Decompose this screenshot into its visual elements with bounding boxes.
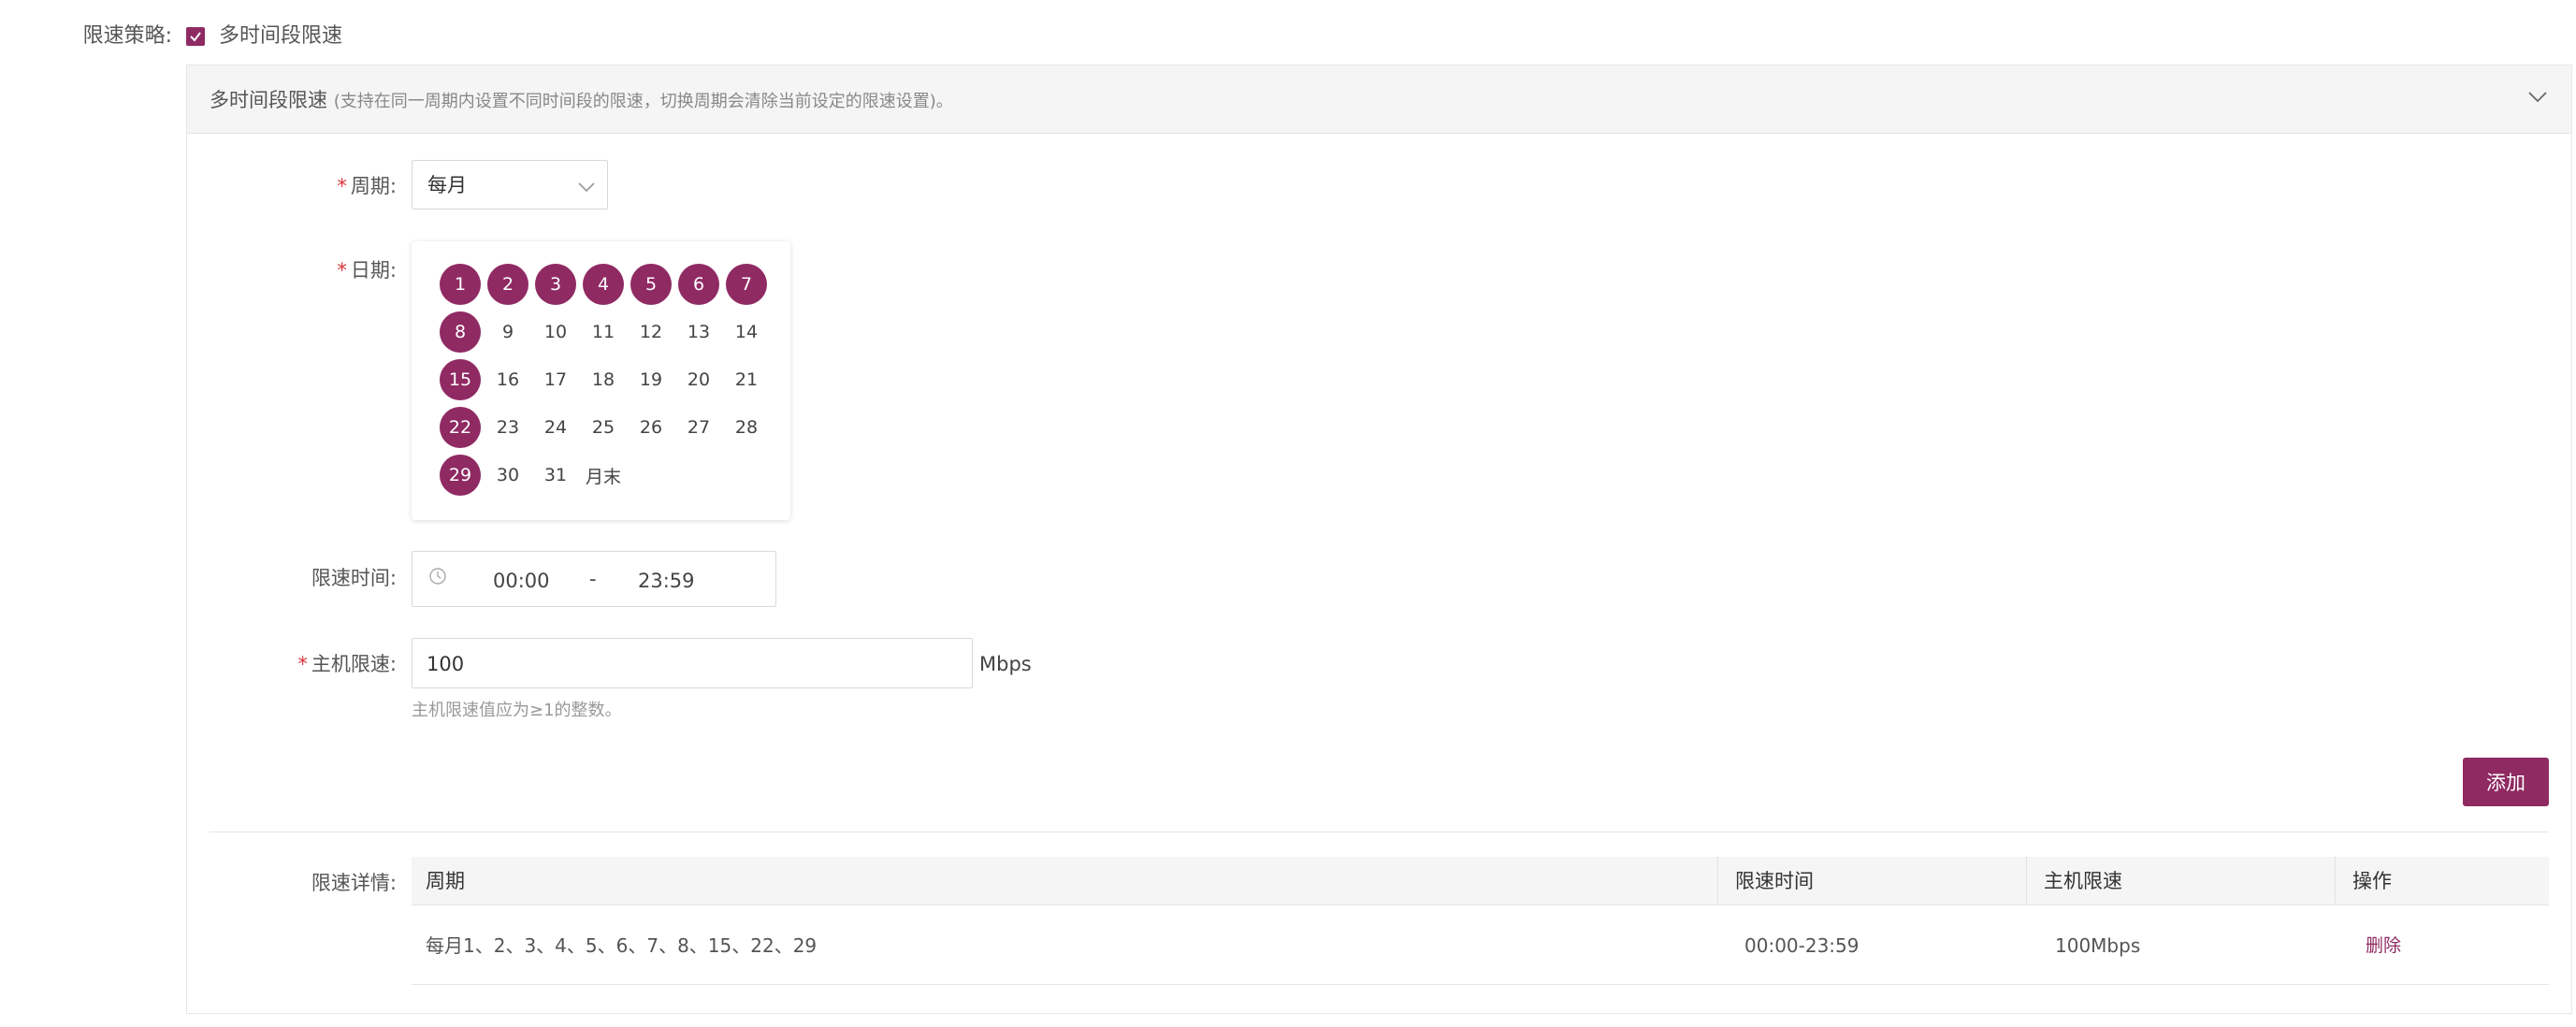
- calendar-day-25[interactable]: 25: [583, 407, 624, 448]
- add-button[interactable]: 添加: [2463, 758, 2549, 806]
- column-separator: [2335, 857, 2336, 905]
- required-mark: *: [337, 175, 347, 197]
- calendar-day-18[interactable]: 18: [583, 359, 624, 400]
- calendar-day-30[interactable]: 30: [487, 455, 528, 496]
- host-speed-input[interactable]: [412, 638, 973, 688]
- calendar-day-17[interactable]: 17: [535, 359, 576, 400]
- calendar-day-19[interactable]: 19: [630, 359, 672, 400]
- calendar-day-1[interactable]: 1: [440, 264, 481, 305]
- strategy-label: 限速策略:: [82, 24, 172, 48]
- calendar-day-月末[interactable]: 月末: [583, 455, 624, 496]
- column-header-time: 限速时间: [1735, 870, 1814, 892]
- calendar-day-22[interactable]: 22: [440, 407, 481, 448]
- panel-subtitle: (支持在同一周期内设置不同时间段的限速，切换周期会清除当前设定的限速设置)。: [333, 92, 953, 111]
- calendar-day-16[interactable]: 16: [487, 359, 528, 400]
- calendar-day-8[interactable]: 8: [440, 311, 481, 353]
- speed-label: * 主机限速:: [210, 650, 397, 678]
- calendar-day-13[interactable]: 13: [678, 311, 719, 353]
- time-end-input[interactable]: 23:59: [638, 567, 695, 595]
- time-separator: -: [589, 568, 597, 590]
- time-start-input[interactable]: 00:00: [493, 567, 550, 595]
- required-mark: *: [297, 653, 308, 675]
- calendar-day-27[interactable]: 27: [678, 407, 719, 448]
- calendar-day-6[interactable]: 6: [678, 264, 719, 305]
- calendar-day-11[interactable]: 11: [583, 311, 624, 353]
- calendar-day-28[interactable]: 28: [726, 407, 767, 448]
- row-period-cell: 每月1、2、3、4、5、6、7、8、15、22、29: [426, 934, 818, 957]
- calendar-day-4[interactable]: 4: [583, 264, 624, 305]
- chevron-down-icon: [578, 179, 595, 196]
- time-label-text: 限速时间:: [311, 567, 397, 589]
- delete-link[interactable]: 删除: [2366, 932, 2401, 960]
- panel-title: 多时间段限速 (支持在同一周期内设置不同时间段的限速，切换周期会清除当前设定的限…: [210, 86, 953, 116]
- clock-icon: [428, 567, 447, 589]
- date-label-text: 日期:: [350, 259, 397, 282]
- calendar-day-23[interactable]: 23: [487, 407, 528, 448]
- chevron-down-icon[interactable]: [2527, 90, 2548, 108]
- period-select-value: 每月: [427, 174, 467, 196]
- calendar-day-24[interactable]: 24: [535, 407, 576, 448]
- period-label: * 周期:: [210, 172, 397, 200]
- column-header-speed: 主机限速: [2044, 870, 2122, 892]
- date-picker-calendar: 1 2 3 4 5 6 7 8 9 10 11 12 13 14 15 16 17 18 19 20 21 22 23 24 2…: [412, 241, 790, 520]
- calendar-day-10[interactable]: 10: [535, 311, 576, 353]
- host-speed-value: 100: [427, 653, 465, 675]
- column-separator: [2026, 857, 2027, 905]
- multi-period-checkbox[interactable]: [186, 27, 205, 46]
- calendar-day-5[interactable]: 5: [630, 264, 672, 305]
- speed-unit: Mbps: [979, 653, 1032, 675]
- calendar-day-14[interactable]: 14: [726, 311, 767, 353]
- calendar-day-20[interactable]: 20: [678, 359, 719, 400]
- row-divider: [412, 984, 2549, 985]
- details-label: 限速详情:: [311, 872, 397, 894]
- calendar-day-7[interactable]: 7: [726, 264, 767, 305]
- check-icon: [190, 32, 201, 42]
- column-header-period: 周期: [426, 870, 465, 892]
- column-separator: [1717, 857, 1718, 905]
- calendar-day-26[interactable]: 26: [630, 407, 672, 448]
- calendar-day-3[interactable]: 3: [535, 264, 576, 305]
- calendar-day-31[interactable]: 31: [535, 455, 576, 496]
- panel-title-text: 多时间段限速: [210, 89, 327, 111]
- calendar-day-2[interactable]: 2: [487, 264, 528, 305]
- details-table-header: [412, 857, 2549, 905]
- multi-period-checkbox-label[interactable]: 多时间段限速: [219, 22, 342, 51]
- row-time-cell: 00:00-23:59: [1744, 934, 1860, 957]
- row-speed-cell: 100Mbps: [2055, 934, 2141, 957]
- period-label-text: 周期:: [350, 175, 397, 197]
- calendar-day-9[interactable]: 9: [487, 311, 528, 353]
- calendar-day-29[interactable]: 29: [440, 455, 481, 496]
- speed-label-text: 主机限速:: [311, 653, 397, 675]
- time-label: 限速时间:: [210, 564, 397, 592]
- date-label: * 日期:: [210, 256, 397, 284]
- calendar-day-15[interactable]: 15: [440, 359, 481, 400]
- required-mark: *: [337, 259, 347, 282]
- calendar-day-21[interactable]: 21: [726, 359, 767, 400]
- column-header-action: 操作: [2352, 870, 2392, 892]
- speed-hint: 主机限速值应为≥1的整数。: [412, 701, 622, 720]
- calendar-day-12[interactable]: 12: [630, 311, 672, 353]
